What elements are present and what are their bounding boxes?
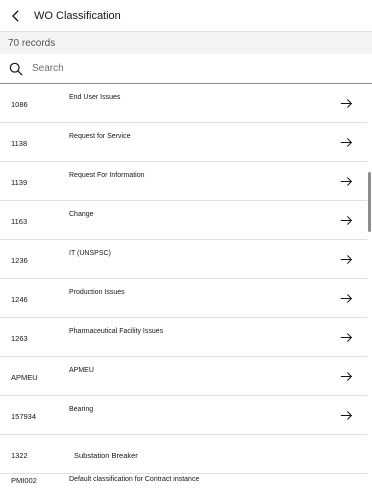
item-code: 1086 [11,100,28,109]
item-code: APMEU [11,373,38,382]
search-icon [0,54,32,84]
app-header: WO Classification [0,0,372,32]
item-description: Request for Service [69,133,131,140]
item-description: Pharmaceutical Facility Issues [69,328,164,335]
scrollbar-thumb[interactable] [368,172,371,232]
item-code: PMI002 [11,476,37,485]
item-description: Default classification for Contract inst… [69,476,200,483]
page-title: WO Classification [34,9,121,22]
list-item[interactable]: 1246 Production Issues [0,279,367,318]
list-item[interactable]: 1139 Request For Information [0,162,367,201]
list-item[interactable]: 1263 Pharmaceutical Facility Issues [0,318,367,357]
arrow-right-icon[interactable] [340,331,353,344]
item-code: 1322 [11,451,28,460]
list-item[interactable]: 1236 IT (UNSPSC) [0,240,367,279]
item-description: Production Issues [69,289,125,296]
scrollbar[interactable] [367,84,372,492]
list-item[interactable]: 1322 Substation Breaker [0,435,367,474]
classification-list: 1086 End User Issues 1138 Request for Se… [0,84,367,492]
chevron-left-icon [12,9,19,22]
item-description: End User Issues [69,94,121,101]
item-code: 1263 [11,334,28,343]
item-code: 1138 [11,139,28,148]
search-input[interactable] [32,54,352,83]
arrow-right-icon[interactable] [340,370,353,383]
item-description: APMEU [69,367,94,374]
list-item[interactable]: 1163 Change [0,201,367,240]
list-item[interactable]: 1138 Request for Service [0,123,367,162]
search-bar [0,54,372,84]
arrow-right-icon[interactable] [340,409,353,422]
arrow-right-icon[interactable] [340,214,353,227]
arrow-right-icon[interactable] [340,253,353,266]
item-code: 1163 [11,217,28,226]
item-description: Bearing [69,406,94,413]
item-description: IT (UNSPSC) [69,250,111,257]
list-item[interactable]: APMEU APMEU [0,357,367,396]
item-code: 1139 [11,178,28,187]
item-code: 157934 [11,412,37,421]
list-item[interactable]: 1086 End User Issues [0,84,367,123]
arrow-right-icon[interactable] [340,175,353,188]
back-button[interactable] [0,0,32,32]
list-item[interactable]: PMI002 Default classification for Contra… [0,474,367,492]
item-description: Substation Breaker [74,451,138,460]
item-description: Change [69,211,94,218]
item-code: 1246 [11,295,28,304]
item-description: Request For Information [69,172,145,179]
arrow-right-icon[interactable] [340,97,353,110]
arrow-right-icon[interactable] [340,292,353,305]
record-count: 70 records [0,32,372,54]
list-item[interactable]: 157934 Bearing [0,396,367,435]
arrow-right-icon[interactable] [340,136,353,149]
item-code: 1236 [11,256,28,265]
